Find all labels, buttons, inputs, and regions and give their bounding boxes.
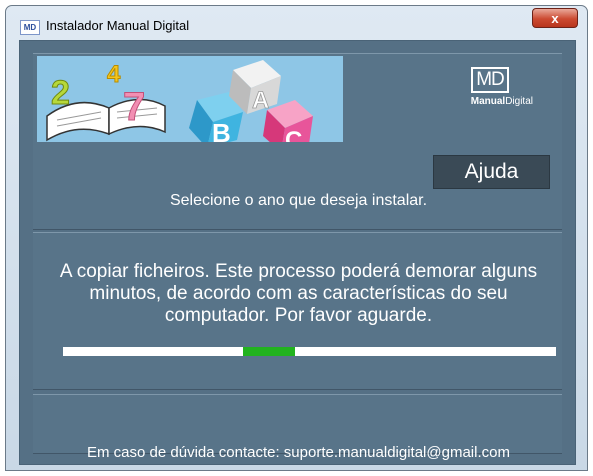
letter-b: B <box>212 118 231 142</box>
number-7: 7 <box>123 85 145 129</box>
close-button[interactable]: x <box>532 8 578 28</box>
progress-indicator <box>243 347 295 356</box>
logo-wordmark: ManualDigital <box>447 96 533 107</box>
banner-image: 2 4 7 B A C <box>37 56 343 142</box>
logo-brand-bold: Manual <box>470 96 506 107</box>
letter-c: C <box>285 127 302 142</box>
installer-window: MD Instalador Manual Digital x 2 4 7 B A… <box>5 5 588 471</box>
installer-body: 2 4 7 B A C MD ManualDigital Ajuda Selec… <box>19 40 576 465</box>
book-and-blocks-illustration: 2 4 7 B A C <box>46 60 313 142</box>
copy-status-message: A copiar ficheiros. Este processo poderá… <box>59 261 538 326</box>
support-contact: Em caso de dúvida contacte: suporte.manu… <box>87 444 510 461</box>
instruction-text: Selecione o ano que deseja instalar. <box>169 192 428 209</box>
manual-digital-logo: MD ManualDigital <box>447 67 533 123</box>
logo-mark: MD <box>471 67 509 93</box>
letter-a: A <box>252 87 269 114</box>
window-title: Instalador Manual Digital <box>46 18 190 33</box>
progress-bar <box>63 347 556 356</box>
app-icon: MD <box>20 20 40 35</box>
help-button[interactable]: Ajuda <box>433 155 550 189</box>
logo-brand-light: Digital <box>505 96 533 107</box>
number-4: 4 <box>107 61 121 88</box>
number-2: 2 <box>51 74 70 112</box>
title-bar[interactable]: MD Instalador Manual Digital x <box>6 6 587 42</box>
